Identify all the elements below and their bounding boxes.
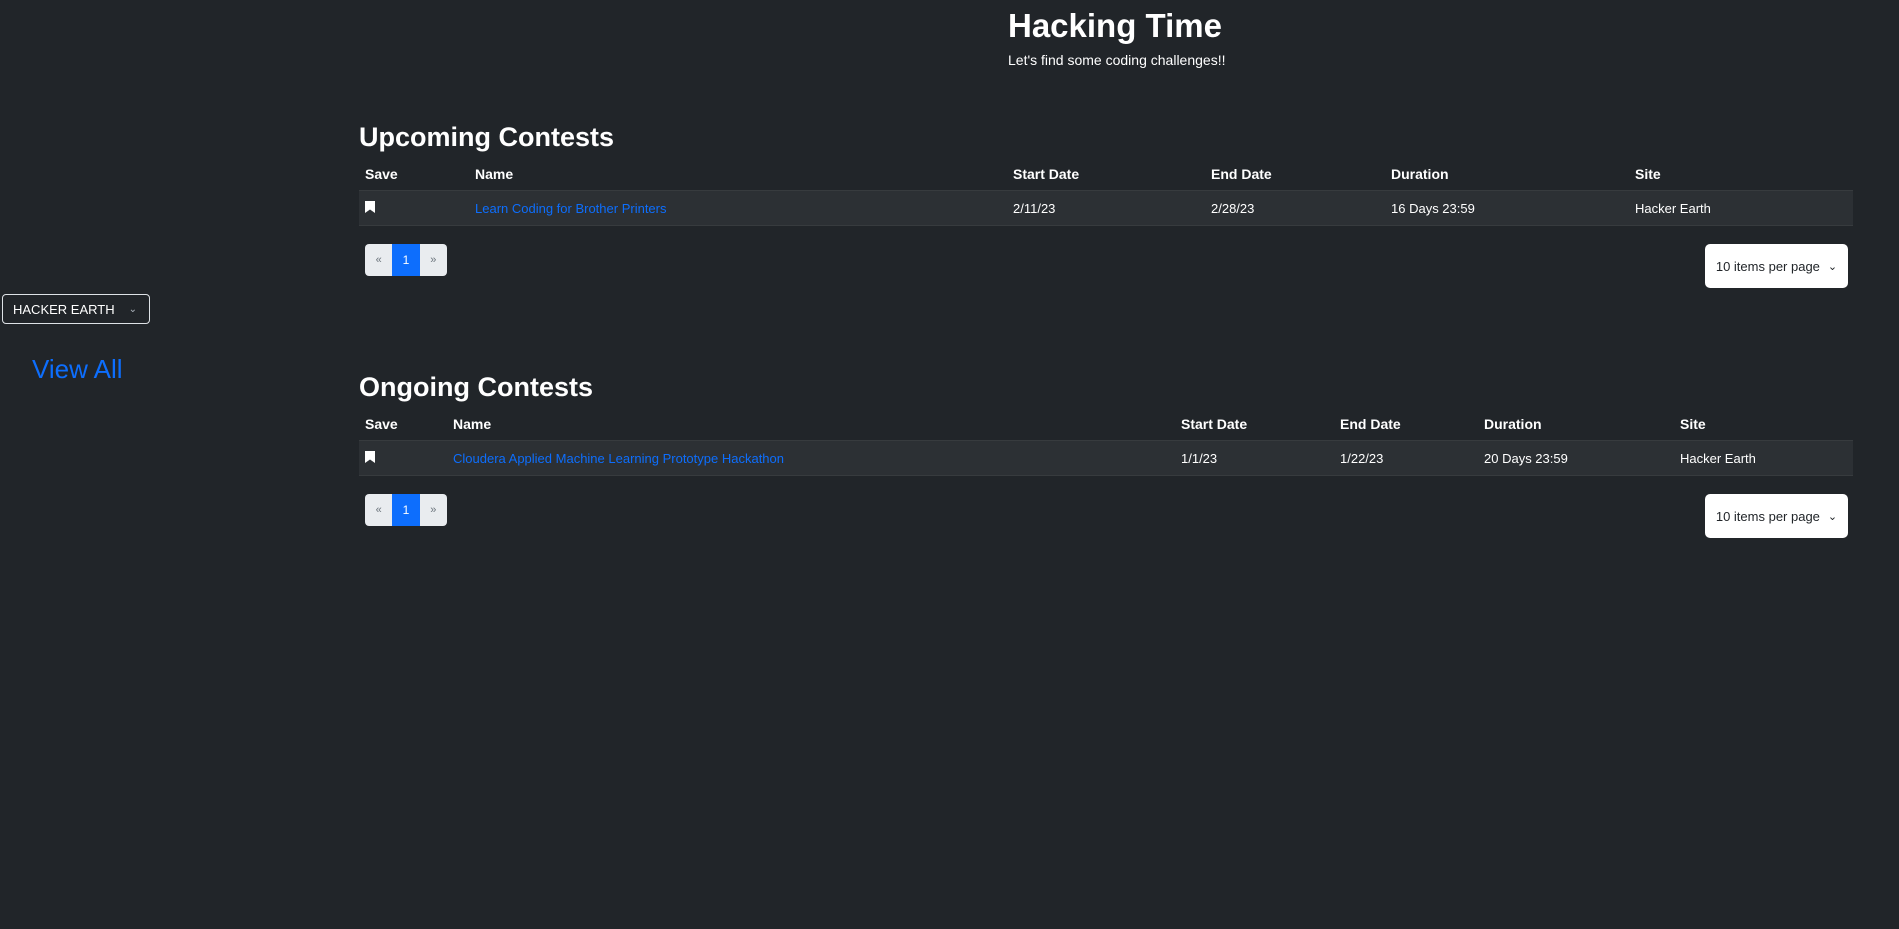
next-page-button[interactable]: » — [419, 244, 447, 276]
items-per-page-select[interactable]: 10 items per page ⌄ — [1705, 244, 1848, 288]
page-header: Hacking Time Let's find some coding chal… — [1008, 6, 1225, 68]
site-cell: Hacker Earth — [1629, 190, 1853, 226]
ongoing-title: Ongoing Contests — [359, 372, 593, 402]
pagination: « 1 » — [365, 494, 447, 526]
column-header: End Date — [1340, 416, 1401, 432]
end-date-cell: 2/28/23 — [1205, 190, 1385, 226]
items-per-page-value: 10 items per page — [1715, 508, 1820, 524]
column-header: End Date — [1211, 166, 1272, 182]
bookmark-icon[interactable] — [365, 200, 375, 213]
chevron-down-icon: ⌄ — [1827, 260, 1838, 273]
end-date-cell: 1/22/23 — [1334, 440, 1478, 476]
column-header: Save — [365, 166, 398, 182]
name-cell: Cloudera Applied Machine Learning Protot… — [447, 440, 1175, 476]
next-page-button[interactable]: » — [419, 494, 447, 526]
view-all-link[interactable]: View All — [32, 354, 123, 385]
column-header: Duration — [1484, 416, 1542, 432]
page-title: Hacking Time — [1008, 7, 1222, 44]
upcoming-title: Upcoming Contests — [359, 122, 615, 152]
table-header-row: Save Name Start Date End Date Duration S… — [359, 408, 1853, 441]
column-header: Site — [1635, 166, 1661, 182]
contest-link[interactable]: Cloudera Applied Machine Learning Protot… — [453, 451, 784, 466]
column-header: Site — [1680, 416, 1706, 432]
site-cell: Hacker Earth — [1674, 440, 1853, 476]
table-row: Cloudera Applied Machine Learning Protot… — [359, 440, 1853, 476]
items-per-page-value: 10 items per page — [1715, 258, 1820, 274]
bookmark-icon[interactable] — [365, 450, 375, 463]
duration-cell: 16 Days 23:59 — [1385, 190, 1629, 226]
site-filter-select[interactable]: HACKER EARTH ⌄ — [2, 294, 150, 324]
page-subtitle: Let's find some coding challenges!! — [1008, 52, 1226, 68]
table-row: Learn Coding for Brother Printers 2/11/2… — [359, 190, 1853, 226]
prev-page-button[interactable]: « — [365, 494, 393, 526]
column-header: Duration — [1391, 166, 1449, 182]
upcoming-table: Save Name Start Date End Date Duration S… — [359, 158, 1853, 226]
column-header: Name — [475, 166, 514, 182]
site-filter-value: HACKER EARTH — [13, 301, 115, 317]
chevron-down-icon: ⌄ — [128, 303, 137, 315]
items-per-page-select[interactable]: 10 items per page ⌄ — [1705, 494, 1848, 538]
chevron-down-icon: ⌄ — [1827, 510, 1838, 523]
page-1-button[interactable]: 1 — [392, 244, 420, 276]
column-header: Save — [365, 416, 398, 432]
contest-link[interactable]: Learn Coding for Brother Printers — [475, 201, 666, 216]
prev-page-button[interactable]: « — [365, 244, 393, 276]
name-cell: Learn Coding for Brother Printers — [469, 190, 1007, 226]
ongoing-section: Ongoing Contests Save Name Start Date En… — [359, 370, 1853, 538]
page-1-button[interactable]: 1 — [392, 494, 420, 526]
duration-cell: 20 Days 23:59 — [1478, 440, 1674, 476]
page: Hacking Time Let's find some coding chal… — [0, 0, 1899, 929]
upcoming-section: Upcoming Contests Save Name Start Date E… — [359, 120, 1853, 288]
pagination: « 1 » — [365, 244, 447, 276]
ongoing-table: Save Name Start Date End Date Duration S… — [359, 408, 1853, 476]
start-date-cell: 2/11/23 — [1007, 190, 1205, 226]
column-header: Name — [453, 416, 492, 432]
column-header: Start Date — [1013, 166, 1080, 182]
save-cell — [359, 440, 447, 476]
column-header: Start Date — [1181, 416, 1248, 432]
start-date-cell: 1/1/23 — [1175, 440, 1334, 476]
table-header-row: Save Name Start Date End Date Duration S… — [359, 158, 1853, 191]
save-cell — [359, 190, 469, 226]
